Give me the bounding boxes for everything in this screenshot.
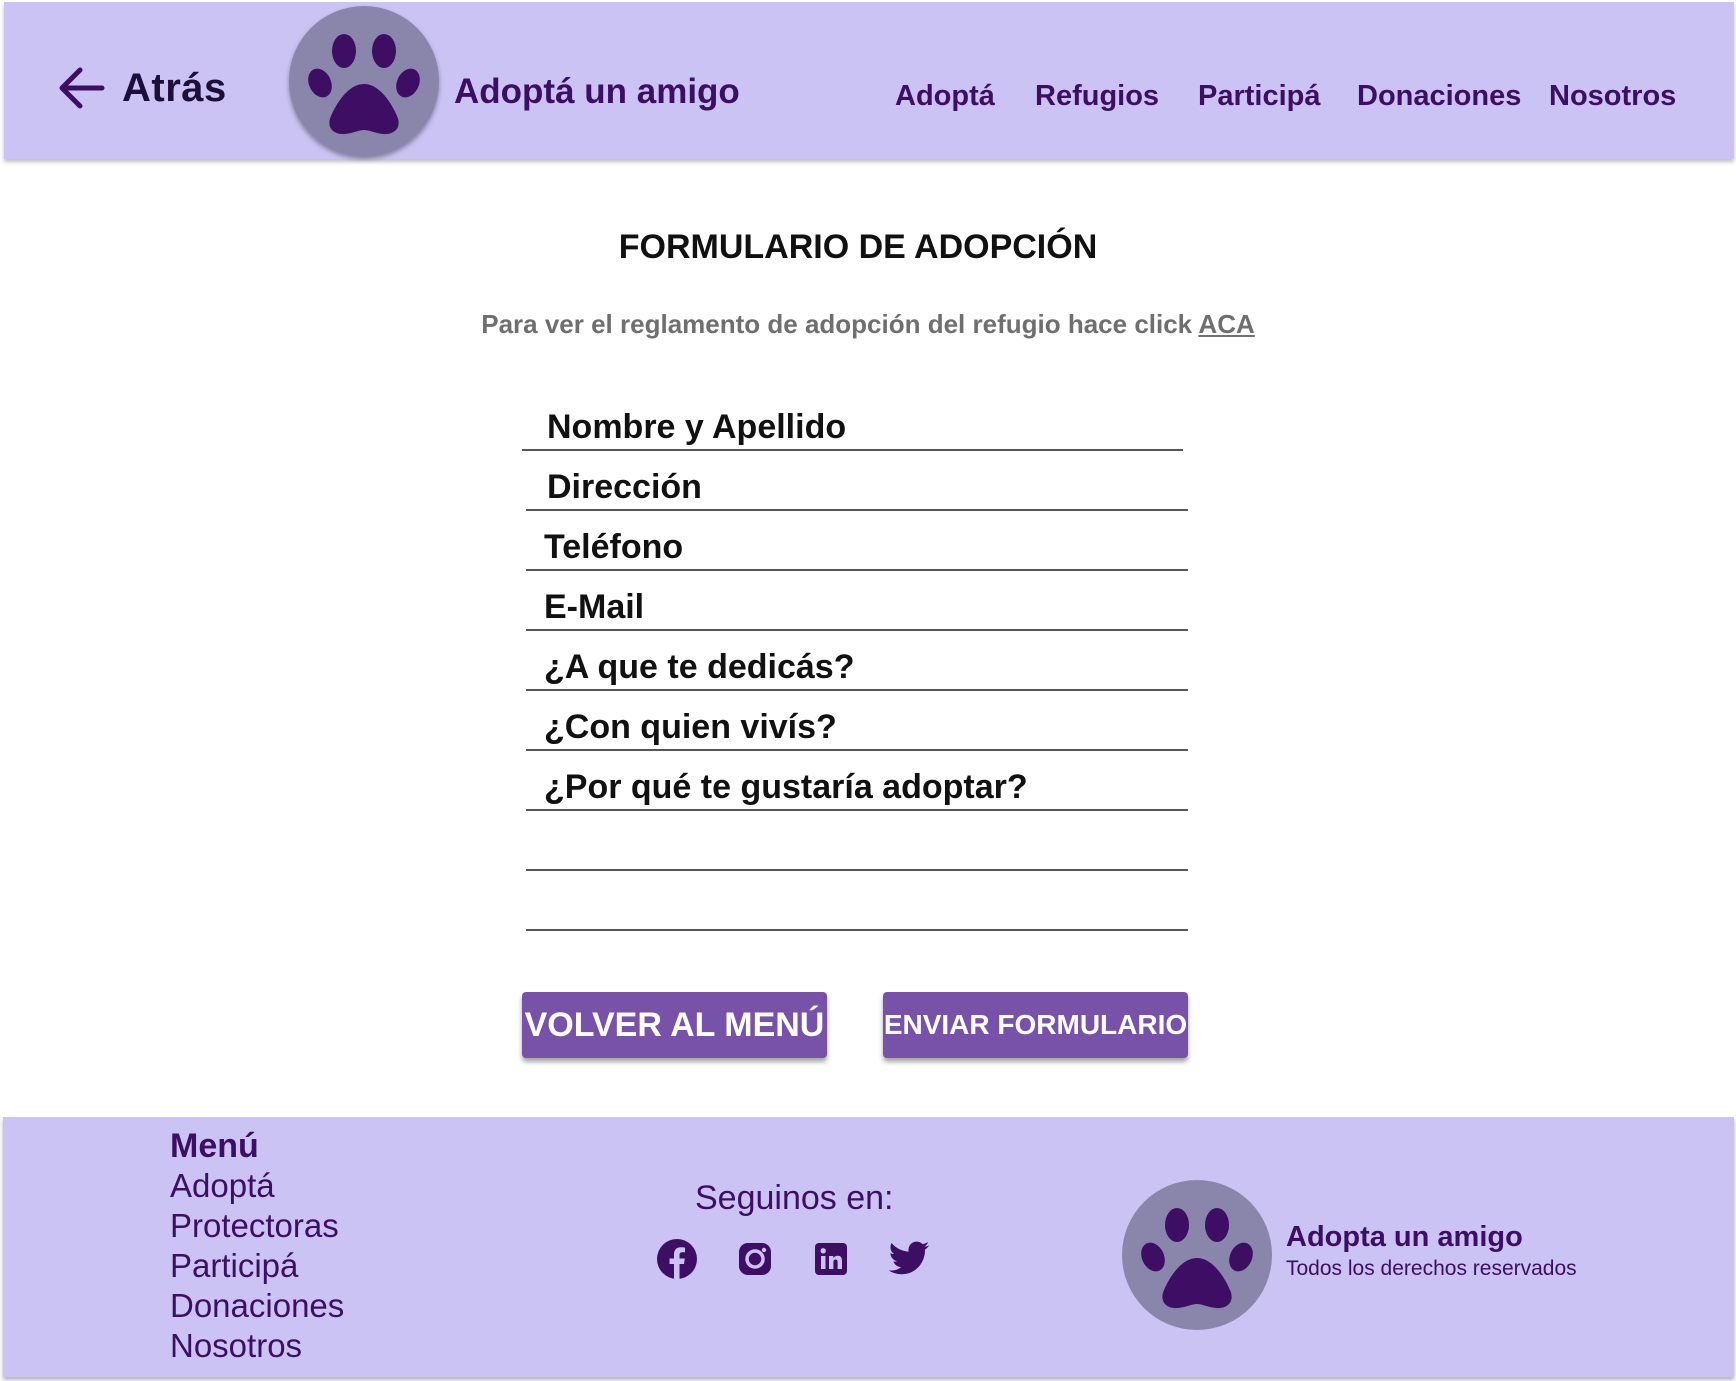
phone-field[interactable]: Teléfono: [526, 509, 1188, 571]
reason-field-line-3[interactable]: [526, 869, 1188, 931]
field-label: Dirección: [547, 468, 702, 506]
field-label: Teléfono: [544, 528, 684, 566]
nav-item-adopta[interactable]: Adoptá: [895, 80, 995, 113]
email-field[interactable]: E-Mail: [526, 569, 1188, 631]
footer-link-donaciones[interactable]: Donaciones: [170, 1287, 344, 1325]
footer-link-nosotros[interactable]: Nosotros: [170, 1327, 302, 1365]
instagram-icon[interactable]: [733, 1237, 777, 1281]
submit-form-button[interactable]: ENVIAR FORMULARIO: [883, 992, 1188, 1058]
page: Atrás Adoptá un amigo Adoptá Refugios Pa…: [0, 0, 1736, 1381]
reason-field[interactable]: ¿Por qué te gustaría adoptar?: [526, 749, 1188, 811]
regulation-text: Para ver el reglamento de adopción del r…: [481, 309, 1193, 339]
footer-link-protectoras[interactable]: Protectoras: [170, 1207, 339, 1245]
main-nav: Adoptá Refugios Participá Donaciones Nos…: [4, 80, 1734, 120]
footer-menu-title: Menú: [170, 1127, 259, 1165]
field-label: ¿Por qué te gustaría adoptar?: [544, 768, 1028, 806]
field-label: ¿Con quien vivís?: [544, 708, 837, 746]
address-field[interactable]: Dirección: [526, 449, 1188, 511]
footer-link-adopta[interactable]: Adoptá: [170, 1167, 275, 1205]
header-bar: Atrás Adoptá un amigo Adoptá Refugios Pa…: [4, 2, 1734, 159]
footer-rights: Todos los derechos reservados: [1286, 1257, 1577, 1280]
nav-item-donaciones[interactable]: Donaciones: [1357, 80, 1521, 113]
regulation-link[interactable]: ACA: [1198, 309, 1254, 339]
twitter-icon[interactable]: [887, 1237, 931, 1281]
regulation-note: Para ver el reglamento de adopción del r…: [0, 309, 1736, 340]
footer-link-participa[interactable]: Participá: [170, 1247, 298, 1285]
name-field[interactable]: Nombre y Apellido: [522, 389, 1183, 451]
facebook-icon[interactable]: [655, 1237, 699, 1281]
social-title: Seguinos en:: [695, 1179, 894, 1217]
footer-paw-icon: [1122, 1180, 1272, 1330]
nav-item-nosotros[interactable]: Nosotros: [1549, 80, 1676, 113]
reason-field-line-2[interactable]: [526, 809, 1188, 871]
linkedin-icon[interactable]: [809, 1237, 853, 1281]
footer: Menú Adoptá Protectoras Participá Donaci…: [3, 1117, 1734, 1377]
household-field[interactable]: ¿Con quien vivís?: [526, 689, 1188, 751]
nav-item-participa[interactable]: Participá: [1198, 80, 1321, 113]
field-label: Nombre y Apellido: [547, 408, 847, 446]
page-title: FORMULARIO DE ADOPCIÓN: [618, 228, 1098, 266]
field-label: E-Mail: [544, 588, 645, 626]
nav-item-refugios[interactable]: Refugios: [1035, 80, 1159, 113]
field-label: ¿A que te dedicás?: [544, 648, 855, 686]
footer-brand: Adopta un amigo: [1286, 1221, 1523, 1253]
back-to-menu-button[interactable]: VOLVER AL MENÚ: [522, 992, 827, 1058]
occupation-field[interactable]: ¿A que te dedicás?: [526, 629, 1188, 691]
